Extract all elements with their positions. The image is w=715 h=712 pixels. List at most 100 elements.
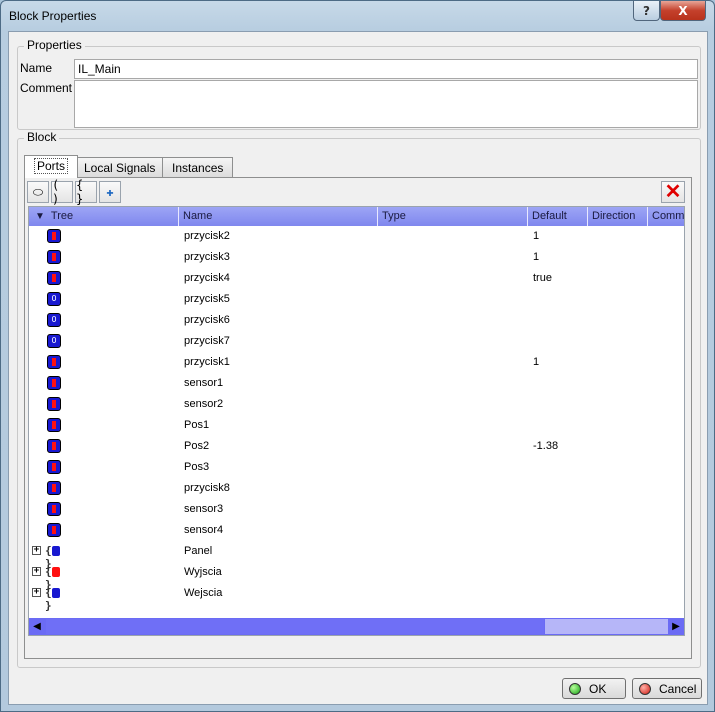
port-group-icon: {}	[45, 544, 63, 570]
port-name: Pos1	[184, 419, 210, 431]
oval-icon[interactable]: ⬭	[27, 181, 49, 203]
braces-icon[interactable]: { }	[75, 178, 97, 206]
table-row[interactable]: przycisk4 true	[29, 268, 684, 289]
output-group-icon: {}	[45, 565, 63, 591]
inout-port-icon	[47, 523, 61, 537]
port-name: przycisk5	[184, 293, 230, 305]
sort-icon: ▼	[35, 211, 45, 222]
port-name: Wejscia	[184, 587, 223, 599]
column-header-tree[interactable]: ▼ Tree	[29, 207, 179, 226]
title-bar[interactable]: Block Properties ? X	[1, 1, 714, 31]
grid-header: ▼ Tree Name Type Default Direction Comm	[29, 207, 684, 226]
port-name: przycisk3	[184, 251, 230, 263]
dialog-client: Properties Name IL_Main Comment Block Po…	[8, 31, 708, 705]
table-row[interactable]: Pos3	[29, 457, 684, 478]
inout-port-icon	[47, 271, 61, 285]
block-legend: Block	[24, 130, 60, 144]
table-row[interactable]: + {} Panel	[29, 541, 684, 570]
parentheses-icon[interactable]: ( )	[51, 178, 73, 206]
close-button[interactable]: X	[660, 1, 706, 21]
add-type-icon[interactable]: ✚	[99, 181, 121, 203]
port-name: Pos2	[184, 440, 210, 452]
inout-port-icon	[47, 418, 61, 432]
port-name: sensor1	[184, 377, 224, 389]
properties-group: Properties Name IL_Main Comment	[17, 38, 701, 130]
name-field[interactable]: IL_Main	[74, 59, 698, 79]
cancel-button[interactable]: Cancel	[632, 678, 702, 699]
table-row[interactable]: sensor2	[29, 394, 684, 415]
help-button[interactable]: ?	[633, 1, 660, 21]
table-row[interactable]: sensor1	[29, 373, 684, 394]
expand-icon[interactable]: +	[32, 546, 41, 555]
inout-port-icon	[47, 250, 61, 264]
inout-port-icon	[47, 460, 61, 474]
port-default: true	[533, 272, 552, 284]
tab-local-signals[interactable]: Local Signals	[74, 157, 166, 177]
table-row[interactable]: + {} Wejscia	[29, 583, 684, 612]
inout-port-icon	[47, 502, 61, 516]
port-default: 1	[533, 230, 540, 242]
table-row[interactable]: przycisk2 1	[29, 226, 684, 247]
scroll-right-icon[interactable]: ▶	[668, 619, 684, 634]
table-row[interactable]: Pos1	[29, 415, 684, 436]
table-row[interactable]: przycisk8	[29, 478, 684, 499]
scrollbar-track[interactable]	[545, 619, 668, 634]
comment-field[interactable]	[74, 80, 698, 128]
port-name: przycisk1	[184, 356, 230, 368]
port-name: Pos3	[184, 461, 210, 473]
port-name: sensor2	[184, 398, 224, 410]
horizontal-scrollbar[interactable]: ◀ ▶	[29, 618, 684, 635]
table-row[interactable]: Pos2 -1.38	[29, 436, 684, 457]
delete-icon[interactable]: ✕	[661, 181, 685, 203]
port-default: 1	[533, 251, 540, 263]
cancel-label: Cancel	[659, 681, 697, 696]
window-title: Block Properties	[9, 9, 97, 23]
column-header-default[interactable]: Default	[528, 207, 588, 226]
inout-port-icon	[47, 376, 61, 390]
table-row[interactable]: sensor4	[29, 520, 684, 541]
ports-grid: ▼ Tree Name Type Default Direction Comm p…	[28, 206, 685, 636]
port-group-icon: {}	[45, 586, 63, 612]
input-port-icon: 0	[47, 292, 61, 306]
port-name: przycisk8	[184, 482, 230, 494]
input-port-icon: 0	[47, 313, 61, 327]
scroll-left-icon[interactable]: ◀	[29, 619, 45, 634]
port-name: przycisk6	[184, 314, 230, 326]
table-row[interactable]: + {} Wyjscia	[29, 562, 684, 591]
scrollbar-thumb[interactable]	[46, 619, 544, 634]
column-header-comment[interactable]: Comm	[648, 207, 684, 226]
port-name: Panel	[184, 545, 213, 557]
table-row[interactable]: sensor3	[29, 499, 684, 520]
port-name: sensor3	[184, 503, 224, 515]
expand-icon[interactable]: +	[32, 567, 41, 576]
inout-port-icon	[47, 229, 61, 243]
port-name: przycisk4	[184, 272, 230, 284]
block-group: Block Ports Local Signals Instances ⬭ ( …	[17, 130, 701, 668]
column-header-type[interactable]: Type	[378, 207, 528, 226]
comment-label: Comment	[20, 81, 73, 95]
column-header-direction[interactable]: Direction	[588, 207, 648, 226]
column-header-name[interactable]: Name	[179, 207, 378, 226]
table-row[interactable]: 0 przycisk7	[29, 331, 684, 352]
port-default: 1	[533, 356, 540, 368]
port-name: przycisk2	[184, 230, 230, 242]
inout-port-icon	[47, 439, 61, 453]
table-row[interactable]: przycisk3 1	[29, 247, 684, 268]
tab-instances[interactable]: Instances	[162, 157, 234, 177]
table-row[interactable]: przycisk1 1	[29, 352, 684, 373]
inout-port-icon	[47, 397, 61, 411]
tab-ports[interactable]: Ports	[24, 155, 79, 178]
ok-label: OK	[589, 681, 607, 696]
input-port-icon: 0	[47, 334, 61, 348]
port-name: przycisk7	[184, 335, 230, 347]
column-header-tree-label: Tree	[50, 210, 74, 222]
expand-icon[interactable]: +	[32, 588, 41, 597]
ports-tab-page: ⬭ ( ) { } ✚ ✕ ▼ Tree Name Type Default Di…	[24, 177, 692, 659]
table-row[interactable]: 0 przycisk5	[29, 289, 684, 310]
tab-ports-label: Ports	[34, 158, 69, 174]
port-default: -1.38	[533, 440, 559, 452]
table-row[interactable]: 0 przycisk6	[29, 310, 684, 331]
ok-button[interactable]: OK	[562, 678, 626, 699]
cancel-icon	[639, 682, 651, 695]
port-name: sensor4	[184, 524, 224, 536]
